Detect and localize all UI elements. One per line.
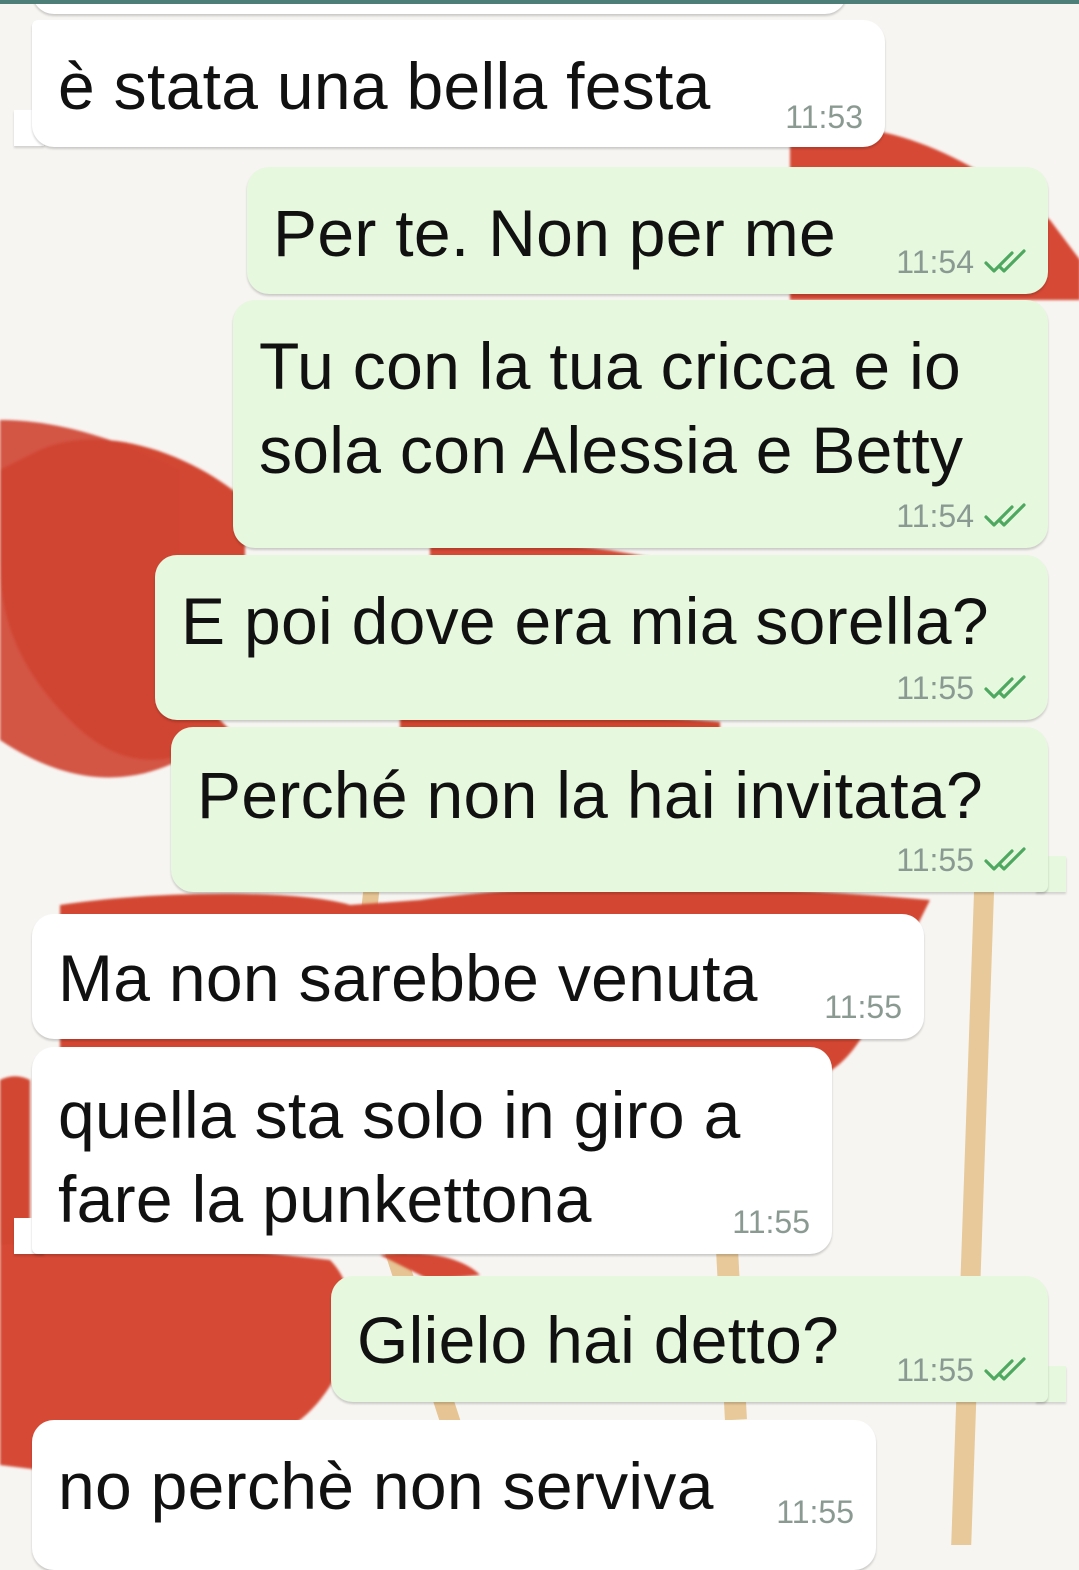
double-check-icon (984, 847, 1026, 871)
double-check-icon (984, 675, 1026, 699)
message-bubble-outgoing[interactable]: Per te. Non per me 11:54 (247, 167, 1048, 294)
message-text: quella sta solo in giro a fare la punket… (58, 1078, 741, 1236)
message-bubble-incoming[interactable]: quella sta solo in giro a fare la punket… (32, 1047, 832, 1254)
double-check-icon (984, 503, 1026, 527)
message-meta: 11:55 (776, 1492, 854, 1532)
message-text: Perché non la hai invitata? (197, 758, 983, 832)
double-check-icon (984, 1357, 1026, 1381)
message-bubble-outgoing[interactable]: Tu con la tua cricca e io sola con Aless… (233, 300, 1048, 548)
message-time: 11:54 (896, 498, 974, 534)
message-meta: 11:55 (896, 840, 1030, 880)
message-meta: 11:55 (824, 987, 902, 1027)
message-time: 11:55 (824, 989, 902, 1025)
message-meta: 11:55 (896, 668, 1030, 708)
message-text: è stata una bella festa (58, 49, 711, 123)
message-time: 11:55 (896, 670, 974, 706)
message-meta: 11:55 (732, 1202, 810, 1242)
message-time: 11:55 (896, 842, 974, 878)
message-meta: 11:55 (896, 1350, 1030, 1390)
message-text: Tu con la tua cricca e io sola con Aless… (259, 329, 964, 487)
message-time: 11:55 (776, 1494, 854, 1530)
message-time: 11:53 (785, 99, 863, 135)
message-bubble-incoming[interactable]: è stata una bella festa 11:53 (32, 20, 885, 147)
message-time: 11:55 (896, 1352, 974, 1388)
message-text: Per te. Non per me (273, 196, 836, 270)
message-text: Glielo hai detto? (357, 1303, 840, 1377)
message-meta: 11:54 (896, 242, 1030, 282)
double-check-icon (984, 249, 1026, 273)
top-border (0, 0, 1079, 4)
message-bubble-outgoing[interactable]: Perché non la hai invitata? 11:55 (171, 727, 1048, 892)
message-meta: 11:54 (896, 496, 1030, 536)
message-time: 11:54 (896, 244, 974, 280)
message-text: E poi dove era mia sorella? (181, 584, 989, 658)
message-meta: 11:53 (785, 97, 863, 137)
message-bubble-incoming[interactable]: Ma non sarebbe venuta 11:55 (32, 914, 924, 1039)
message-bubble-outgoing[interactable]: E poi dove era mia sorella? 11:55 (155, 555, 1048, 720)
message-text: no perchè non serviva (58, 1449, 714, 1523)
message-text: Ma non sarebbe venuta (58, 941, 758, 1015)
message-bubble-incoming[interactable]: no perchè non serviva 11:55 (32, 1420, 876, 1570)
message-bubble-outgoing[interactable]: Glielo hai detto? 11:55 (331, 1276, 1048, 1402)
message-time: 11:55 (732, 1204, 810, 1240)
